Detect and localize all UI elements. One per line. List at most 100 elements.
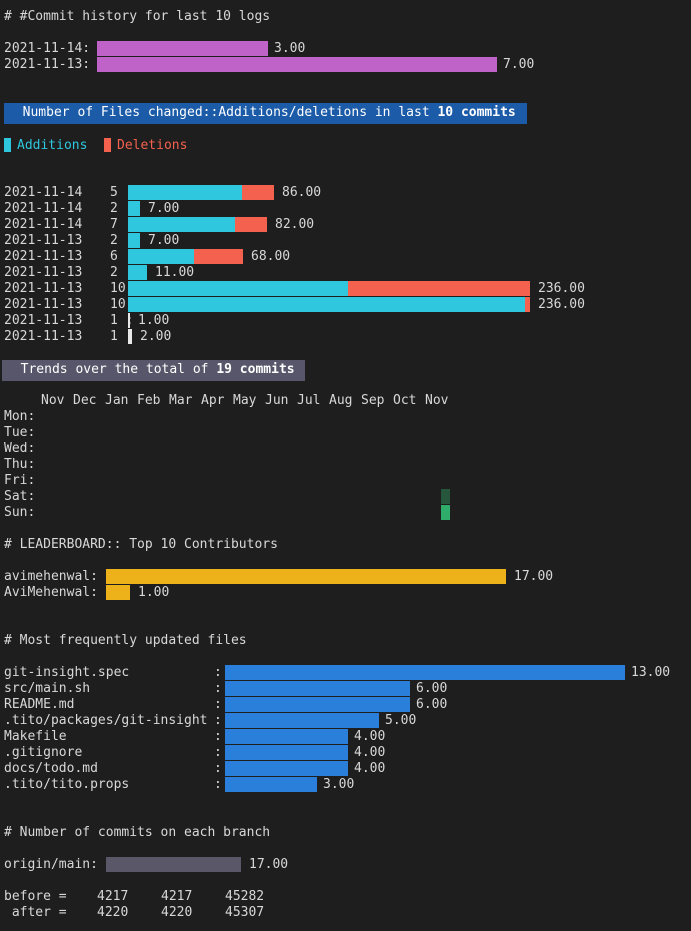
files-changed-row-date: 2021-11-13: [4, 281, 83, 296]
branch-row-label: origin/main:: [4, 857, 98, 872]
files-changed-additions-bar: [128, 313, 130, 328]
files-changed-row-date: 2021-11-13: [4, 233, 83, 248]
files-updated-row-value: 4.00: [354, 761, 386, 776]
files-updated-row-colon: :: [214, 777, 222, 792]
files-changed-row-value: 86.00: [282, 185, 322, 200]
files-changed-additions-bar: [128, 297, 525, 312]
trends-header-count: 19 commits: [216, 362, 295, 377]
trends-month-label: Nov: [425, 393, 449, 408]
commit-history-row-label: 2021-11-14:: [4, 41, 91, 56]
files-changed-additions-bar: [128, 233, 140, 248]
files-changed-row-value: 11.00: [155, 265, 195, 280]
files-updated-bar: [225, 761, 348, 776]
files-updated-row-value: 13.00: [631, 665, 671, 680]
footer-after-col3: 45307: [225, 905, 265, 920]
leaderboard-row-label: avimehenwal:: [4, 569, 98, 584]
files-changed-additions-bar: [128, 265, 147, 280]
trends-month-label: Jun: [265, 393, 289, 408]
files-changed-header: Number of Files changed::Additions/delet…: [4, 103, 527, 124]
files-updated-bar: [225, 777, 317, 792]
files-updated-row-label: README.md: [4, 697, 75, 712]
files-updated-row-value: 3.00: [323, 777, 355, 792]
files-updated-row-label: .tito/packages/git-insight: [4, 713, 208, 728]
files-updated-row-value: 6.00: [416, 681, 448, 696]
files-changed-additions-bar: [128, 185, 242, 200]
files-changed-deletions-bar: [242, 185, 274, 200]
trends-day-label: Wed:: [4, 441, 36, 456]
files-changed-row-value: 7.00: [148, 201, 180, 216]
branch-row-value: 17.00: [249, 857, 289, 872]
files-changed-header-suffix: [516, 105, 524, 120]
footer-before-col2: 4217: [161, 889, 193, 904]
leaderboard-title: # LEADERBOARD:: Top 10 Contributors: [4, 537, 278, 552]
commit-history-title: # #Commit history for last 10 logs: [4, 9, 271, 24]
trends-month-label: Mar: [169, 393, 193, 408]
footer-before-col1: 4217: [97, 889, 129, 904]
branches-title: # Number of commits on each branch: [4, 825, 271, 840]
trends-month-label: Oct: [393, 393, 417, 408]
trends-month-label: Apr: [201, 393, 225, 408]
files-updated-row-colon: :: [214, 681, 222, 696]
trends-heatmap-cell: [441, 489, 450, 504]
files-updated-row-label: .gitignore: [4, 745, 83, 760]
commit-history-row-value: 3.00: [274, 41, 306, 56]
commit-history-row-label: 2021-11-13:: [4, 57, 91, 72]
files-changed-row-value: 1.00: [138, 313, 170, 328]
files-changed-additions-bar: [128, 201, 140, 216]
trends-month-label: Nov: [41, 393, 65, 408]
trends-heatmap-cell: [441, 505, 450, 520]
files-updated-row-colon: :: [214, 697, 222, 712]
files-changed-deletions-bar: [130, 329, 132, 344]
files-changed-row-date: 2021-11-14: [4, 201, 83, 216]
files-changed-header-prefix: Number of Files changed::Additions/delet…: [7, 105, 438, 120]
files-changed-additions-bar: [128, 249, 194, 264]
files-updated-bar: [225, 697, 410, 712]
commit-history-row-value: 7.00: [503, 57, 535, 72]
leaderboard-row-value: 1.00: [138, 585, 170, 600]
trends-header-prefix: Trends over the total of: [5, 362, 217, 377]
files-changed-header-count: 10 commits: [437, 105, 516, 120]
trends-day-label: Sat:: [4, 489, 36, 504]
files-changed-deletions-bar: [194, 249, 243, 264]
files-updated-row-label: git-insight.spec: [4, 665, 130, 680]
additions-swatch-icon: [4, 138, 11, 152]
files-updated-row-label: Makefile: [4, 729, 67, 744]
additions-legend-label: Additions: [17, 138, 88, 153]
trends-day-label: Sun:: [4, 505, 36, 520]
trends-month-label: Dec: [73, 393, 97, 408]
files-updated-row-value: 4.00: [354, 745, 386, 760]
files-updated-row-value: 4.00: [354, 729, 386, 744]
files-updated-bar: [225, 713, 379, 728]
trends-day-label: Tue:: [4, 425, 36, 440]
trends-header: Trends over the total of 19 commits: [2, 360, 306, 381]
files-changed-row-value: 236.00: [538, 281, 585, 296]
files-updated-bar: [225, 681, 410, 696]
files-changed-row-value: 82.00: [275, 217, 315, 232]
trends-day-label: Fri:: [4, 473, 36, 488]
files-changed-row-value: 7.00: [148, 233, 180, 248]
files-changed-deletions-bar: [525, 297, 530, 312]
files-changed-row-date: 2021-11-13: [4, 329, 83, 344]
files-updated-row-label: docs/todo.md: [4, 761, 98, 776]
trends-header-suffix: [295, 362, 303, 377]
trends-month-label: May: [233, 393, 257, 408]
commit-history-bar: [97, 41, 268, 56]
deletions-swatch-icon: [104, 138, 111, 152]
files-changed-deletions-bar: [235, 217, 267, 232]
files-updated-row-colon: :: [214, 761, 222, 776]
files-updated-bar: [225, 665, 625, 680]
files-updated-row-label: src/main.sh: [4, 681, 91, 696]
files-changed-row-value: 2.00: [140, 329, 172, 344]
trends-day-label: Thu:: [4, 457, 36, 472]
trends-month-label: Sep: [361, 393, 385, 408]
files-updated-row-colon: :: [214, 713, 222, 728]
leaderboard-bar: [106, 569, 506, 584]
files-changed-row-date: 2021-11-13: [4, 265, 83, 280]
files-updated-title: # Most frequently updated files: [4, 633, 247, 648]
files-updated-bar: [225, 745, 348, 760]
terminal-output: # #Commit history for last 10 logs 2021-…: [0, 0, 691, 931]
files-changed-row-value: 236.00: [538, 297, 585, 312]
leaderboard-bar: [106, 585, 130, 600]
files-updated-row-value: 5.00: [385, 713, 417, 728]
trends-month-label: Jan: [105, 393, 129, 408]
